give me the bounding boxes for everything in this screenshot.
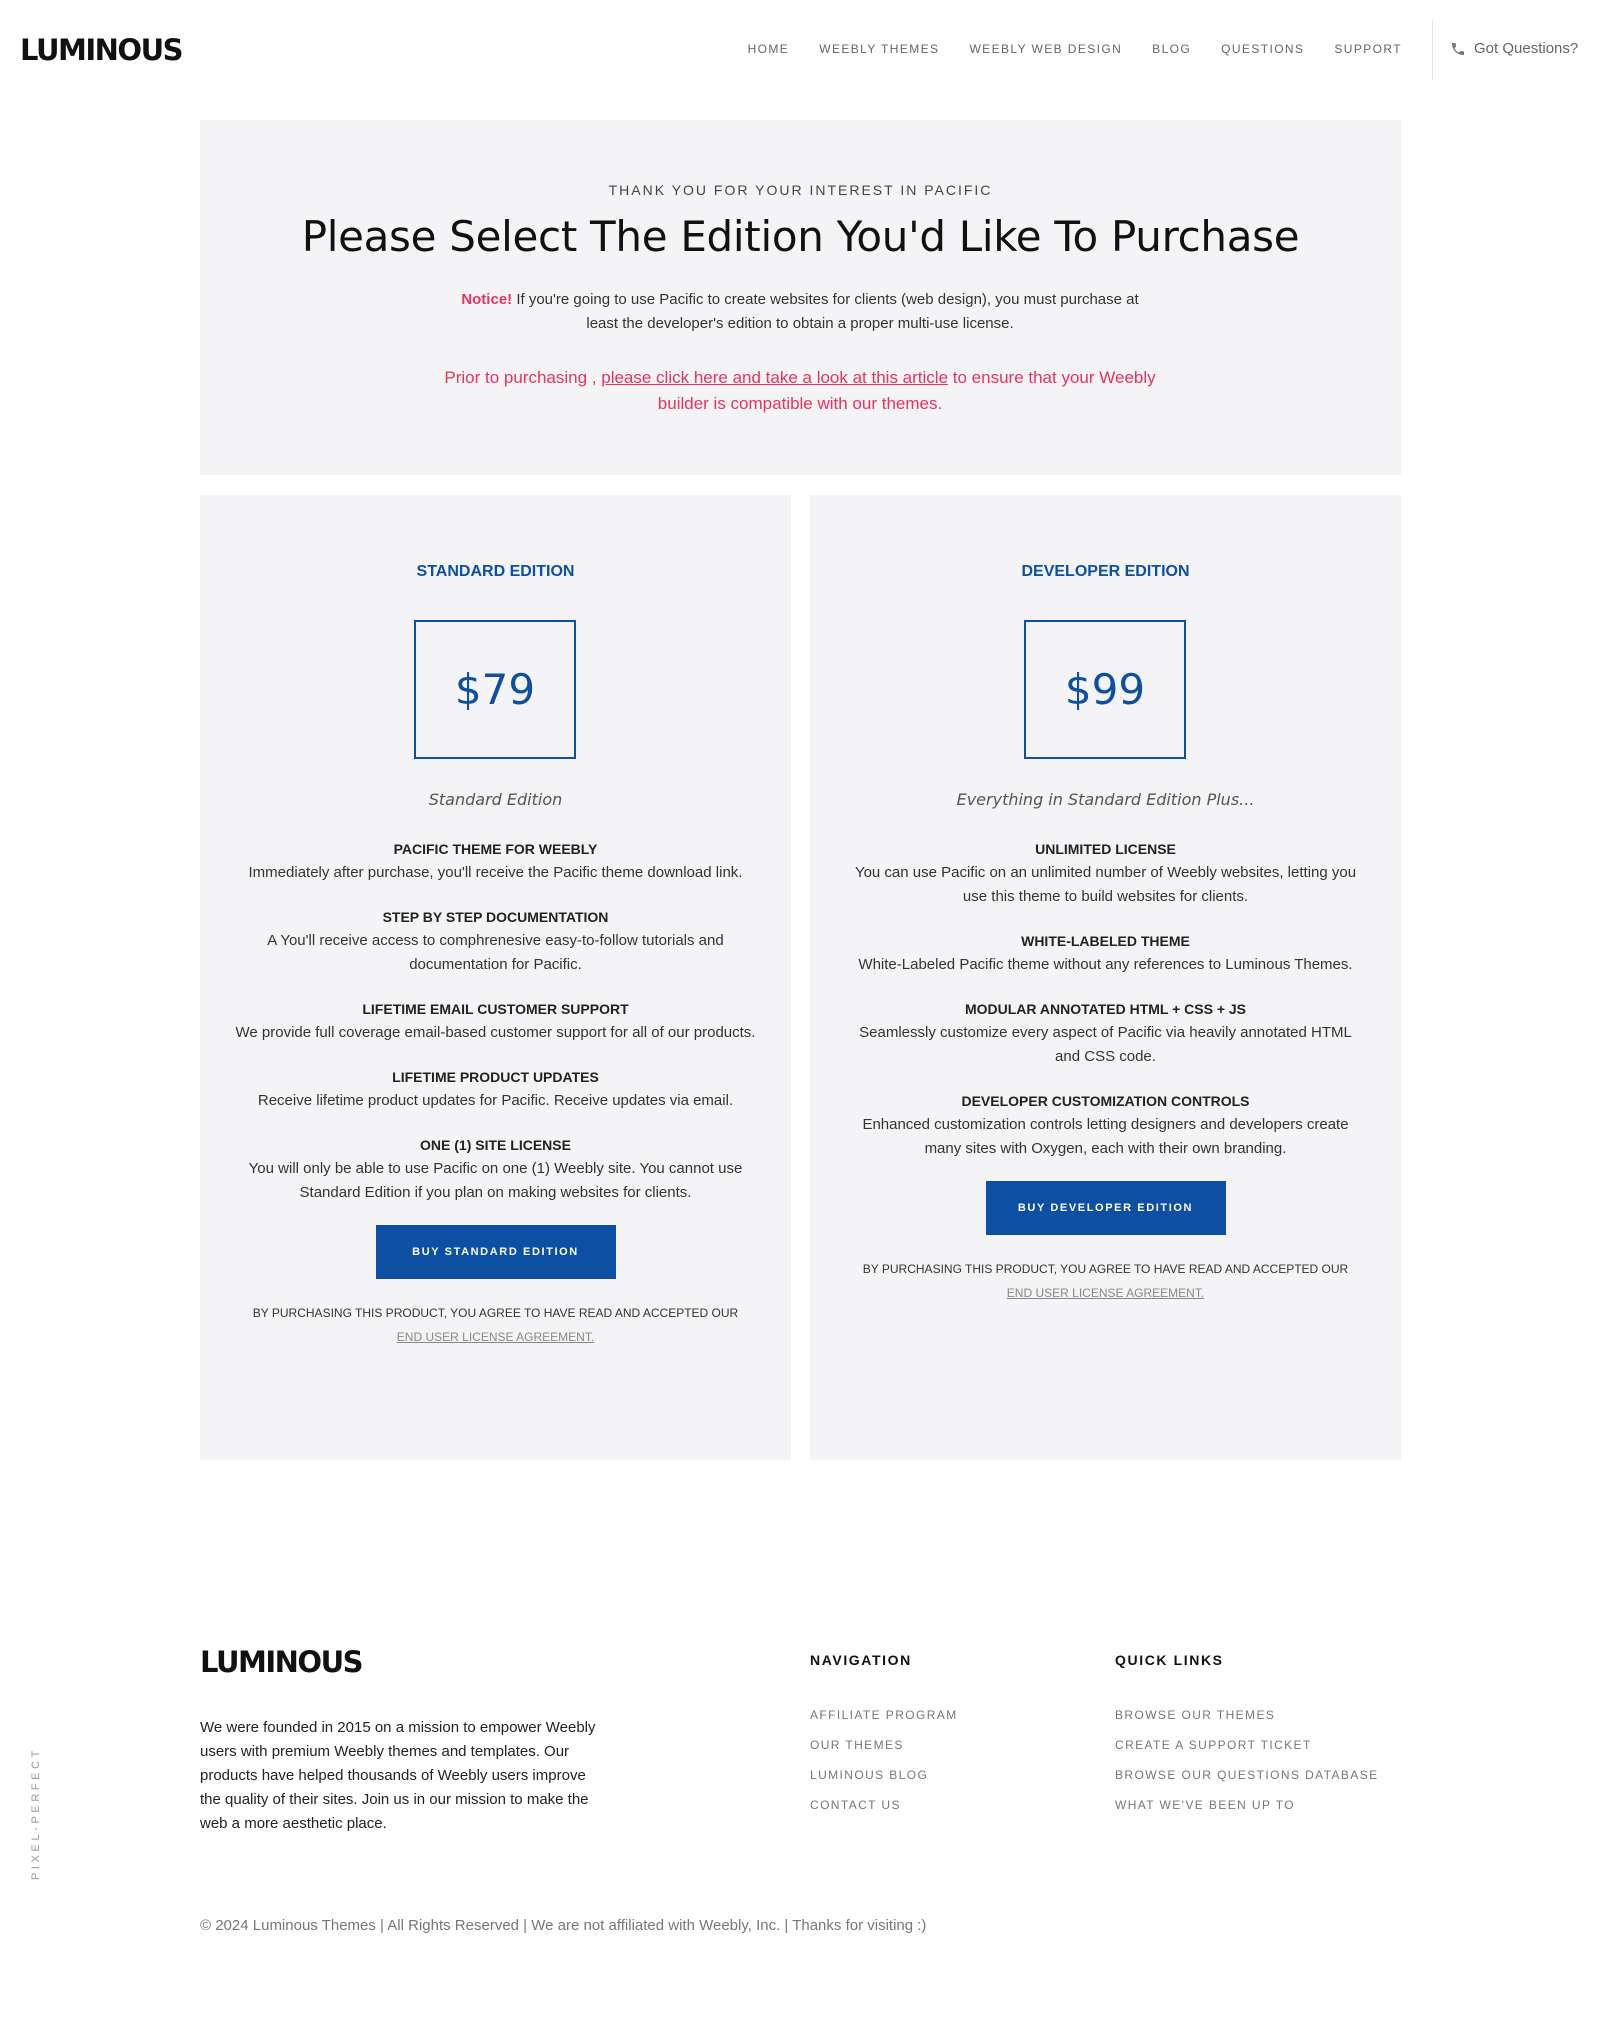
- feature-item: STEP BY STEP DOCUMENTATION A You'll rece…: [235, 905, 756, 977]
- vertical-tagline: PIXEL-PERFECT: [30, 1747, 42, 1880]
- got-questions-label: Got Questions?: [1474, 40, 1579, 57]
- phone-icon: [1452, 42, 1464, 55]
- feature-title: UNLIMITED LICENSE: [1035, 841, 1176, 857]
- feature-description: You will only be able to use Pacific on …: [248, 1160, 743, 1201]
- feature-description: Receive lifetime product updates for Pac…: [257, 1092, 734, 1109]
- agree-text: By purchasing this product, you agree to…: [862, 1262, 1349, 1276]
- footer-navigation: NAVIGATION AFFILIATE PROGRAM OUR THEMES …: [810, 1652, 958, 1828]
- nav-blog[interactable]: BLOG: [1152, 42, 1191, 56]
- edition-subtitle: Standard Edition: [428, 790, 563, 809]
- feature-title: PACIFIC THEME FOR WEEBLY: [393, 841, 598, 857]
- feature-description: You can use Pacific on an unlimited numb…: [854, 864, 1357, 905]
- license-agreement-text: By purchasing this product, you agree to…: [246, 1301, 746, 1349]
- feature-description: A You'll receive access to comphrenesive…: [267, 932, 724, 973]
- feature-title: LIFETIME PRODUCT UPDATES: [392, 1069, 599, 1085]
- license-agreement-text: By purchasing this product, you agree to…: [856, 1257, 1356, 1305]
- footer-link-contact-us[interactable]: CONTACT US: [810, 1798, 958, 1812]
- feature-description: Seamlessly customize every aspect of Pac…: [859, 1024, 1352, 1065]
- got-questions-link[interactable]: Got Questions?: [1450, 40, 1578, 57]
- notice-text: Notice! If you're going to use Pacific t…: [450, 288, 1150, 336]
- page-title: Please Select The Edition You'd Like To …: [301, 212, 1300, 261]
- feature-item: LIFETIME PRODUCT UPDATES Receive lifetim…: [235, 1065, 756, 1113]
- footer-logo[interactable]: LUMINOUS: [200, 1645, 364, 1679]
- price-box: $79: [414, 620, 576, 759]
- compatibility-article-link[interactable]: please click here and take a look at thi…: [601, 368, 948, 387]
- nav-weebly-web-design[interactable]: WEEBLY WEB DESIGN: [969, 42, 1122, 56]
- buy-developer-button[interactable]: BUY DEVELOPER EDITION: [985, 1181, 1226, 1235]
- footer-navigation-title: NAVIGATION: [810, 1652, 912, 1668]
- footer-link-our-themes[interactable]: OUR THEMES: [810, 1738, 958, 1752]
- nav-questions[interactable]: QUESTIONS: [1221, 42, 1304, 56]
- site-header: LUMINOUS HOME WEEBLY THEMES WEEBLY WEB D…: [0, 0, 1600, 100]
- footer-about: We were founded in 2015 on a mission to …: [200, 1719, 596, 1832]
- feature-item: MODULAR ANNOTATED HTML + CSS + JS Seamle…: [845, 997, 1366, 1069]
- feature-description: Immediately after purchase, you'll recei…: [248, 864, 743, 881]
- feature-title: DEVELOPER CUSTOMIZATION CONTROLS: [961, 1093, 1250, 1109]
- footer-link-support-ticket[interactable]: CREATE A SUPPORT TICKET: [1115, 1738, 1379, 1752]
- developer-edition-card: DEVELOPER EDITION $99 Everything in Stan…: [810, 495, 1401, 1460]
- agree-text: By purchasing this product, you agree to…: [252, 1306, 739, 1320]
- notice-label: Notice!: [461, 291, 513, 308]
- hero-panel: THANK YOU FOR YOUR INTEREST IN PACIFIC P…: [200, 120, 1401, 475]
- prior-prefix: Prior to purchasing ,: [444, 368, 602, 387]
- main-nav: HOME WEEBLY THEMES WEEBLY WEB DESIGN BLO…: [748, 42, 1402, 56]
- footer-quick-links: QUICK LINKS BROWSE OUR THEMES CREATE A S…: [1115, 1652, 1379, 1828]
- buy-standard-button[interactable]: BUY STANDARD EDITION: [375, 1225, 616, 1279]
- feature-item: WHITE-LABELED THEME White-Labeled Pacifi…: [845, 929, 1366, 977]
- notice-body: If you're going to use Pacific to create…: [512, 291, 1139, 332]
- eula-link[interactable]: End User License Agreement.: [1007, 1286, 1204, 1300]
- feature-title: LIFETIME EMAIL CUSTOMER SUPPORT: [362, 1001, 629, 1017]
- feature-description: White-Labeled Pacific theme without any …: [858, 956, 1353, 973]
- feature-title: MODULAR ANNOTATED HTML + CSS + JS: [964, 1001, 1247, 1017]
- nav-weebly-themes[interactable]: WEEBLY THEMES: [819, 42, 939, 56]
- compatibility-notice: Prior to purchasing , please click here …: [440, 365, 1160, 417]
- feature-item: ONE (1) SITE LICENSE You will only be ab…: [235, 1133, 756, 1205]
- nav-support[interactable]: SUPPORT: [1334, 42, 1402, 56]
- footer-link-browse-themes[interactable]: BROWSE OUR THEMES: [1115, 1708, 1379, 1722]
- eula-link[interactable]: End User License Agreement.: [397, 1330, 594, 1344]
- site-logo[interactable]: LUMINOUS: [20, 33, 184, 67]
- feature-item: LIFETIME EMAIL CUSTOMER SUPPORT We provi…: [235, 997, 756, 1045]
- feature-description: We provide full coverage email-based cus…: [235, 1024, 756, 1041]
- feature-item: PACIFIC THEME FOR WEEBLY Immediately aft…: [235, 837, 756, 885]
- standard-edition-card: STANDARD EDITION $79 Standard Edition PA…: [200, 495, 791, 1460]
- edition-title: DEVELOPER EDITION: [1021, 563, 1190, 580]
- feature-list: PACIFIC THEME FOR WEEBLY Immediately aft…: [235, 837, 756, 1349]
- price-box: $99: [1024, 620, 1186, 759]
- feature-description: Enhanced customization controls letting …: [862, 1116, 1349, 1157]
- nav-divider: [1432, 20, 1433, 80]
- edition-title: STANDARD EDITION: [416, 563, 575, 580]
- hero-eyebrow: THANK YOU FOR YOUR INTEREST IN PACIFIC: [608, 182, 993, 198]
- copyright: © 2024 Luminous Themes | All Rights Rese…: [200, 1917, 927, 1934]
- nav-home[interactable]: HOME: [748, 42, 790, 56]
- feature-title: WHITE-LABELED THEME: [1021, 933, 1190, 949]
- footer-link-affiliate-program[interactable]: AFFILIATE PROGRAM: [810, 1708, 958, 1722]
- feature-item: UNLIMITED LICENSE You can use Pacific on…: [845, 837, 1366, 909]
- feature-title: STEP BY STEP DOCUMENTATION: [382, 909, 609, 925]
- footer-link-whats-new[interactable]: WHAT WE'VE BEEN UP TO: [1115, 1798, 1379, 1812]
- feature-list: UNLIMITED LICENSE You can use Pacific on…: [845, 837, 1366, 1305]
- footer-link-questions-database[interactable]: BROWSE OUR QUESTIONS DATABASE: [1115, 1768, 1379, 1782]
- footer-link-luminous-blog[interactable]: LUMINOUS BLOG: [810, 1768, 958, 1782]
- feature-title: ONE (1) SITE LICENSE: [420, 1137, 571, 1153]
- feature-item: DEVELOPER CUSTOMIZATION CONTROLS Enhance…: [845, 1089, 1366, 1161]
- edition-subtitle: Everything in Standard Edition Plus...: [956, 790, 1255, 809]
- footer-quick-links-title: QUICK LINKS: [1115, 1652, 1224, 1668]
